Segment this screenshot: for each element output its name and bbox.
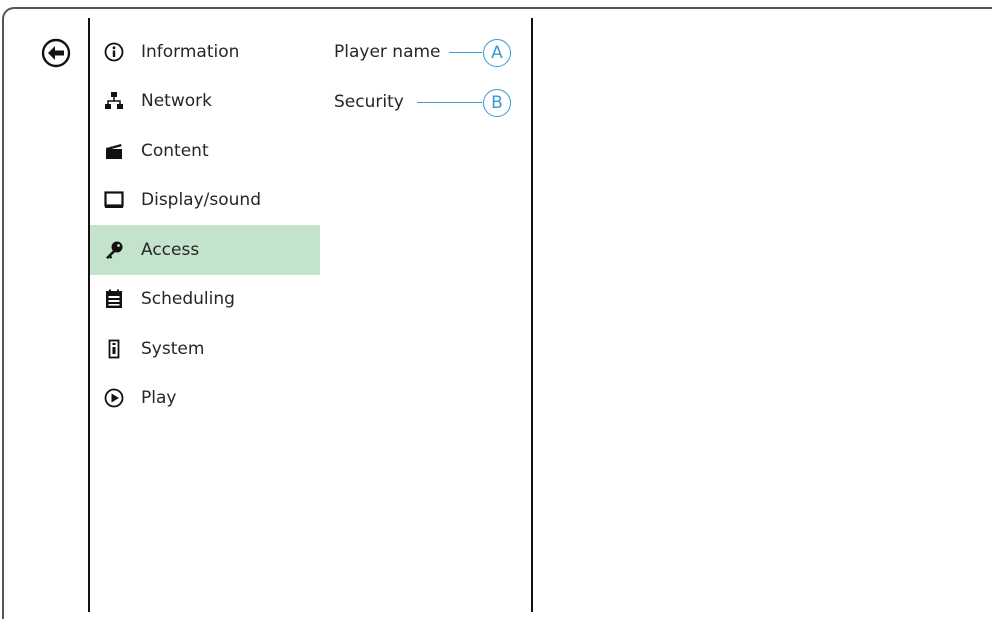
menu-item-scheduling[interactable]: Scheduling bbox=[90, 275, 320, 325]
settings-menu: Information Network Content Display/soun… bbox=[90, 27, 320, 423]
submenu-item-label: Security bbox=[334, 92, 404, 112]
callout-a: A bbox=[483, 39, 511, 67]
menu-item-label: Content bbox=[141, 140, 209, 161]
monitor-icon bbox=[104, 190, 124, 210]
menu-item-label: Play bbox=[141, 388, 177, 409]
callout-line-a bbox=[449, 52, 482, 53]
menu-item-label: System bbox=[141, 338, 205, 359]
back-arrow-icon bbox=[41, 38, 71, 68]
menu-item-content[interactable]: Content bbox=[90, 126, 320, 176]
menu-item-label: Network bbox=[141, 91, 212, 112]
back-button[interactable] bbox=[40, 37, 72, 69]
submenu-item-label: Player name bbox=[334, 42, 441, 62]
menu-item-play[interactable]: Play bbox=[90, 374, 320, 424]
callout-line-b bbox=[417, 102, 482, 103]
clapperboard-icon bbox=[104, 141, 124, 161]
menu-item-display-sound[interactable]: Display/sound bbox=[90, 176, 320, 226]
calendar-icon bbox=[104, 289, 124, 309]
callout-a-label: A bbox=[491, 43, 503, 63]
menu-item-network[interactable]: Network bbox=[90, 77, 320, 127]
menu-item-label: Access bbox=[141, 239, 200, 260]
menu-item-label: Display/sound bbox=[141, 190, 261, 211]
menu-item-system[interactable]: System bbox=[90, 324, 320, 374]
info-icon bbox=[104, 42, 124, 62]
network-icon bbox=[104, 91, 124, 111]
play-icon bbox=[104, 388, 124, 408]
system-icon bbox=[104, 339, 124, 359]
menu-item-access[interactable]: Access bbox=[90, 225, 320, 275]
menu-item-label: Information bbox=[141, 41, 240, 62]
menu-item-label: Scheduling bbox=[141, 289, 235, 310]
menu-item-information[interactable]: Information bbox=[90, 27, 320, 77]
callout-b: B bbox=[483, 89, 511, 117]
callout-b-label: B bbox=[491, 93, 503, 113]
key-icon bbox=[104, 240, 124, 260]
